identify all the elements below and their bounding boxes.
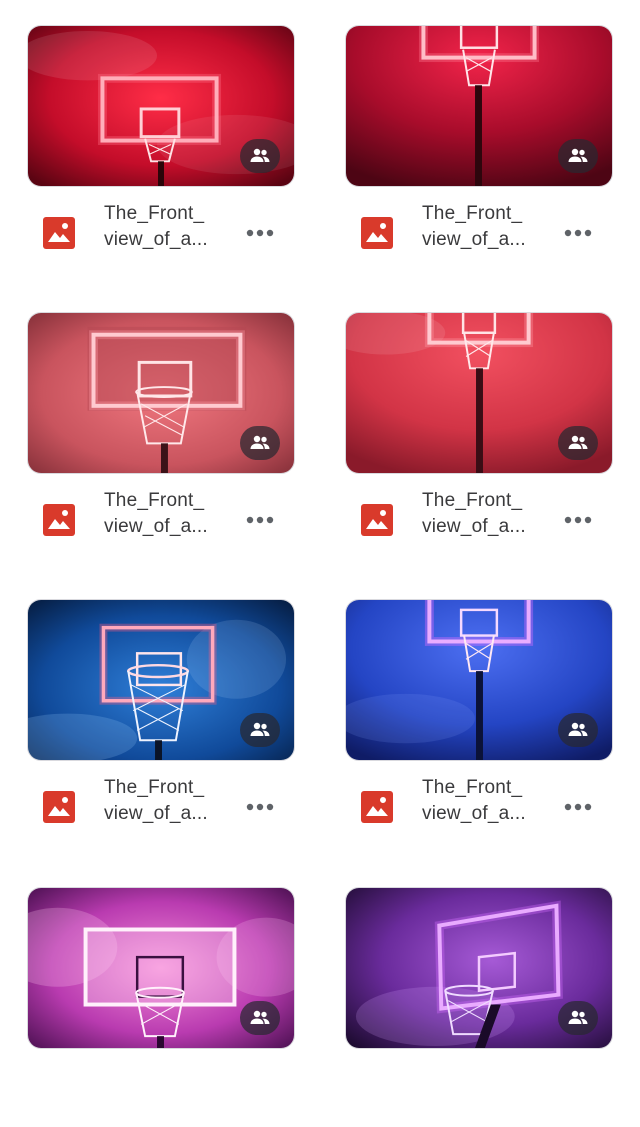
file-name: The_Front_ view_of_a... [422,201,540,253]
file-name-line: view_of_a... [104,229,208,250]
file-thumbnail[interactable] [27,887,295,1049]
file-name-line: view_of_a... [422,803,526,824]
more-horizontal-icon [246,516,274,524]
file-meta: The_Front_ view_of_a... [345,201,613,265]
shared-badge [558,426,598,460]
file-name-line: The_Front_ [104,490,205,511]
file-name: The_Front_ view_of_a... [104,201,222,253]
file-name-line: view_of_a... [422,229,526,250]
more-horizontal-icon [246,229,274,237]
file-card[interactable]: The_Front_ view_of_a... [345,25,613,265]
file-name-line: The_Front_ [104,203,205,224]
file-card[interactable]: The_Front_ view_of_a... [345,312,613,552]
file-meta: The_Front_ view_of_a... [27,488,295,552]
file-thumbnail[interactable] [345,887,613,1049]
image-file-icon [43,791,75,823]
shared-badge [240,139,280,173]
file-thumbnail[interactable] [345,25,613,187]
more-options-button[interactable] [561,793,595,821]
file-name: The_Front_ view_of_a... [422,488,540,540]
file-name-line: view_of_a... [104,516,208,537]
file-meta: The_Front_ view_of_a... [27,201,295,265]
people-icon [568,148,588,162]
file-thumbnail[interactable] [27,599,295,761]
file-card[interactable] [345,887,613,1127]
file-thumbnail[interactable] [345,599,613,761]
image-file-icon [361,791,393,823]
file-name-line: The_Front_ [422,203,523,224]
more-horizontal-icon [564,803,592,811]
shared-badge [558,713,598,747]
file-name: The_Front_ view_of_a... [104,775,222,827]
more-options-button[interactable] [561,506,595,534]
shared-badge [240,1001,280,1035]
file-card[interactable]: The_Front_ view_of_a... [27,25,295,265]
shared-badge [240,713,280,747]
more-horizontal-icon [564,516,592,524]
more-options-button[interactable] [561,219,595,247]
people-icon [568,435,588,449]
file-name-line: The_Front_ [422,490,523,511]
file-meta: The_Front_ view_of_a... [345,775,613,839]
more-horizontal-icon [564,229,592,237]
file-meta: The_Front_ view_of_a... [345,488,613,552]
shared-badge [558,139,598,173]
shared-badge [240,426,280,460]
shared-badge [558,1001,598,1035]
people-icon [568,1010,588,1024]
people-icon [250,722,270,736]
file-name-line: The_Front_ [104,777,205,798]
file-thumbnail[interactable] [27,312,295,474]
image-file-icon [361,217,393,249]
file-name-line: view_of_a... [422,516,526,537]
file-grid: The_Front_ view_of_a... The_Front_ view_… [0,0,640,1067]
more-options-button[interactable] [243,506,277,534]
file-card[interactable]: The_Front_ view_of_a... [345,599,613,839]
more-horizontal-icon [246,803,274,811]
image-file-icon [43,504,75,536]
image-file-icon [43,217,75,249]
file-name: The_Front_ view_of_a... [422,775,540,827]
more-options-button[interactable] [243,219,277,247]
file-name-line: The_Front_ [422,777,523,798]
file-card[interactable]: The_Front_ view_of_a... [27,312,295,552]
people-icon [568,722,588,736]
file-thumbnail[interactable] [345,312,613,474]
people-icon [250,148,270,162]
people-icon [250,1010,270,1024]
more-options-button[interactable] [243,793,277,821]
image-file-icon [361,504,393,536]
file-card[interactable] [27,887,295,1127]
file-meta: The_Front_ view_of_a... [27,775,295,839]
people-icon [250,435,270,449]
file-card[interactable]: The_Front_ view_of_a... [27,599,295,839]
file-thumbnail[interactable] [27,25,295,187]
file-name-line: view_of_a... [104,803,208,824]
file-name: The_Front_ view_of_a... [104,488,222,540]
